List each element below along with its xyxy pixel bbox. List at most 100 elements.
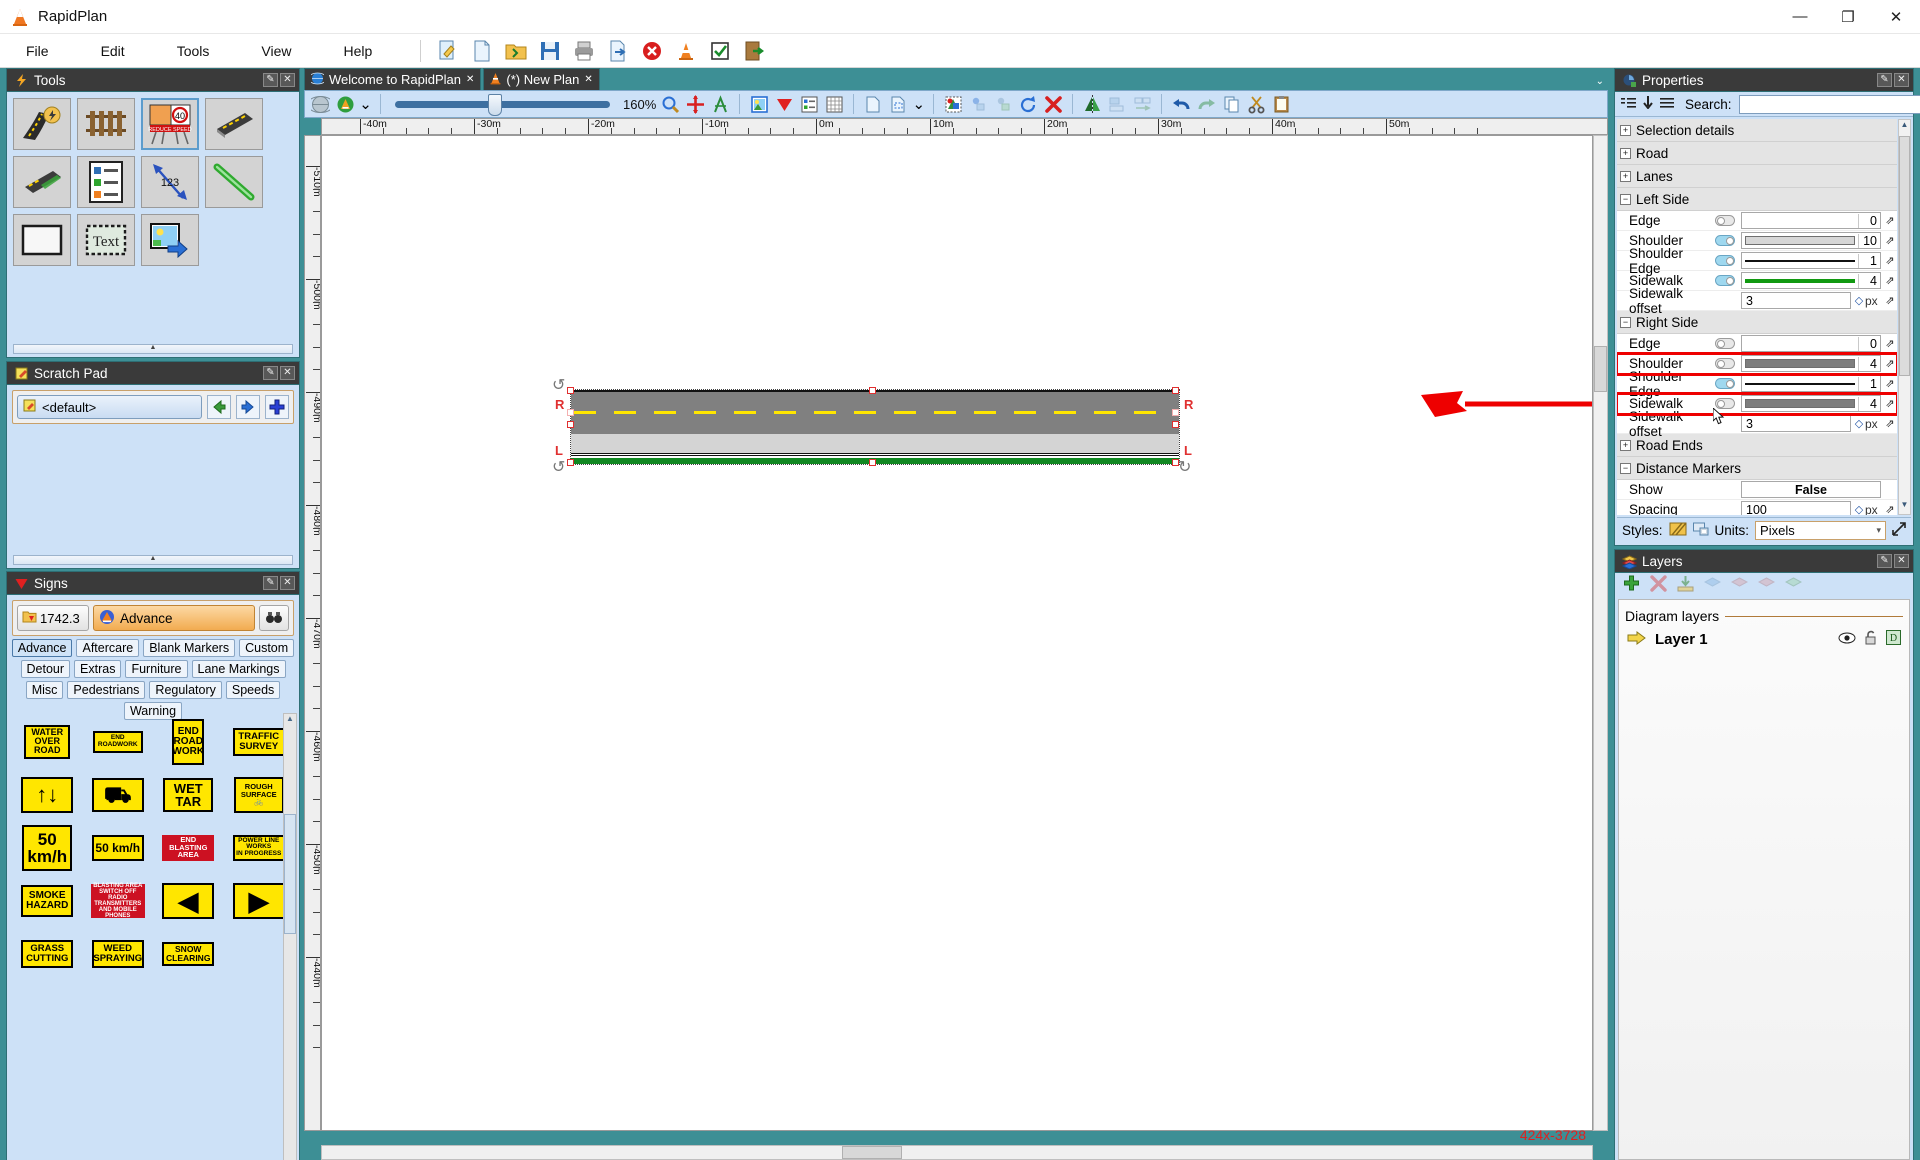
property-style-preview[interactable]	[1742, 356, 1858, 371]
rough-surface-bicycle-sign[interactable]: ROUGH SURFACE 🚲	[233, 776, 284, 813]
property-style-preview[interactable]	[1742, 336, 1858, 351]
group-expander-icon[interactable]: −	[1620, 316, 1631, 328]
property-style-preview[interactable]	[1742, 396, 1858, 411]
ungroup-icon[interactable]	[992, 93, 1014, 115]
traffic-cone-icon[interactable]	[673, 38, 699, 64]
sort-descending-icon[interactable]	[1643, 96, 1653, 112]
blasting-area-radio-sign[interactable]: BLASTING AREA SWITCH OFF RADIO TRANSMITTER…	[90, 883, 145, 919]
property-value-field[interactable]: 4	[1741, 355, 1881, 372]
signs-filter-icon[interactable]	[773, 93, 795, 115]
menu-tools[interactable]: Tools	[151, 34, 236, 68]
group-expander-icon[interactable]: +	[1620, 170, 1631, 182]
close-button[interactable]: ✕	[1872, 0, 1920, 34]
move-cross-icon[interactable]	[684, 93, 706, 115]
tab-welcome-close[interactable]: ✕	[466, 74, 474, 85]
new-wizard-icon[interactable]	[435, 38, 461, 64]
handle-left-centre[interactable]	[567, 409, 574, 416]
property-style-preview[interactable]	[1742, 273, 1858, 288]
road-object[interactable]: R R L L ↺ ↺ ↻	[552, 377, 1592, 476]
group-expander-icon[interactable]: −	[1620, 462, 1631, 474]
group-icon[interactable]	[967, 93, 989, 115]
handle-bottom-left[interactable]	[567, 459, 574, 466]
property-row-dm-spacing[interactable]: Spacing 100 ◇ px ⇗	[1617, 500, 1897, 515]
tab-overflow-caret[interactable]: ⌄	[1596, 76, 1604, 87]
delete-layer-icon[interactable]	[1650, 574, 1667, 596]
weed-spraying-sign[interactable]: WEED SPRAYING	[91, 939, 144, 968]
units-select[interactable]: Pixels ▾	[1755, 521, 1886, 540]
wet-tar-sign[interactable]: WET TAR	[163, 777, 214, 812]
signs-close-button[interactable]: ✕	[280, 576, 295, 590]
save-style-icon[interactable]	[1692, 522, 1709, 539]
property-value-field[interactable]: 10	[1741, 232, 1881, 249]
styles-swatch-icon[interactable]	[1669, 522, 1687, 539]
sign-category-aftercare[interactable]: Aftercare	[76, 639, 140, 657]
sign-find-button[interactable]	[259, 605, 289, 631]
list-view-icon[interactable]	[1660, 97, 1674, 112]
dimension-tool[interactable]: 123	[141, 156, 199, 208]
property-group-left-side[interactable]: − Left Side	[1617, 188, 1897, 211]
property-value-field[interactable]: 3	[1741, 292, 1851, 309]
layer-visibility-icon[interactable]	[1838, 631, 1856, 648]
property-expand-icon[interactable]: ⇗	[1883, 254, 1897, 267]
background-image-icon[interactable]	[748, 93, 770, 115]
property-toggle-right-shoulder-edge[interactable]	[1715, 378, 1735, 389]
property-row-left-edge[interactable]: Edge 0 ⇗	[1617, 211, 1897, 231]
close-icon[interactable]	[639, 38, 665, 64]
property-toggle-right-sidewalk[interactable]	[1715, 398, 1735, 409]
group-expander-icon[interactable]: +	[1620, 439, 1631, 451]
handle-top-center[interactable]	[869, 387, 876, 394]
property-row-left-sidewalk-offset[interactable]: Sidewalk offset 3 ◇ px ⇗	[1617, 286, 1897, 316]
properties-scroll-thumb[interactable]	[1899, 136, 1910, 376]
layer-diagram-icon[interactable]: D	[1886, 630, 1901, 649]
tab-welcome[interactable]: Welcome to RapidPlan ✕	[304, 68, 482, 90]
save-icon[interactable]	[537, 38, 563, 64]
snap-icon[interactable]	[709, 93, 731, 115]
properties-scrollbar[interactable]: ▲ ▼	[1898, 119, 1911, 515]
property-style-preview[interactable]	[1742, 213, 1858, 228]
expand-properties-icon[interactable]	[1892, 522, 1906, 539]
scratch-prev-button[interactable]	[207, 395, 231, 419]
property-group-lanes[interactable]: + Lanes	[1617, 165, 1897, 188]
export-icon[interactable]	[605, 38, 631, 64]
line-tool[interactable]	[205, 156, 263, 208]
scratch-add-button[interactable]	[265, 395, 289, 419]
sign-category-lane-markings[interactable]: Lane Markings	[191, 660, 286, 678]
property-toggle-left-sidewalk[interactable]	[1715, 275, 1735, 286]
menu-edit[interactable]: Edit	[75, 34, 151, 68]
property-group-road[interactable]: + Road	[1617, 142, 1897, 165]
property-expand-icon[interactable]: ⇗	[1883, 234, 1897, 247]
signs-pin-button[interactable]: ✎	[263, 576, 278, 590]
new-page-icon[interactable]	[862, 93, 884, 115]
traffic-survey-sign[interactable]: TRAFFIC SURVEY	[232, 727, 285, 756]
maximize-button[interactable]: ❐	[1824, 0, 1872, 34]
scratch-panel-resize-grip[interactable]	[13, 555, 293, 565]
exit-icon[interactable]	[741, 38, 767, 64]
tools-pin-button[interactable]: ✎	[263, 73, 278, 87]
property-value-field[interactable]: 4	[1741, 272, 1881, 289]
signs-scroll-up-arrow[interactable]: ▲	[284, 714, 296, 727]
layer-merge-icon[interactable]	[1757, 576, 1776, 594]
handle-left-mid[interactable]	[567, 421, 574, 428]
truck-sign[interactable]: ⛟	[91, 777, 144, 812]
property-toggle-left-shoulder-edge[interactable]	[1715, 255, 1735, 266]
chevron-down-icon-2[interactable]: ⌄	[912, 93, 925, 115]
chevron-down-icon[interactable]: ⌄	[359, 93, 372, 115]
property-expand-icon[interactable]: ⇗	[1883, 417, 1897, 430]
property-expand-icon[interactable]: ⇗	[1883, 294, 1897, 307]
layer-duplicate-icon[interactable]	[1784, 576, 1803, 594]
redo-icon[interactable]	[1195, 93, 1217, 115]
rotate-handle-top-left[interactable]: ↺	[552, 375, 565, 395]
properties-scroll-up-arrow[interactable]: ▲	[1899, 120, 1910, 134]
tools-close-button[interactable]: ✕	[280, 73, 295, 87]
delete-icon[interactable]	[1042, 93, 1064, 115]
property-expand-icon[interactable]: ⇗	[1883, 357, 1897, 370]
property-style-preview[interactable]	[1742, 233, 1858, 248]
handle-right-mid[interactable]	[1172, 421, 1179, 428]
group-expander-icon[interactable]: −	[1620, 193, 1631, 205]
add-layer-icon[interactable]	[1623, 575, 1640, 596]
property-stepper[interactable]: ◇	[1853, 294, 1865, 307]
property-value-field[interactable]: 0	[1741, 335, 1881, 352]
sign-category-detour[interactable]: Detour	[20, 660, 71, 678]
validate-icon[interactable]	[707, 38, 733, 64]
layer-up-icon[interactable]	[1703, 576, 1722, 594]
